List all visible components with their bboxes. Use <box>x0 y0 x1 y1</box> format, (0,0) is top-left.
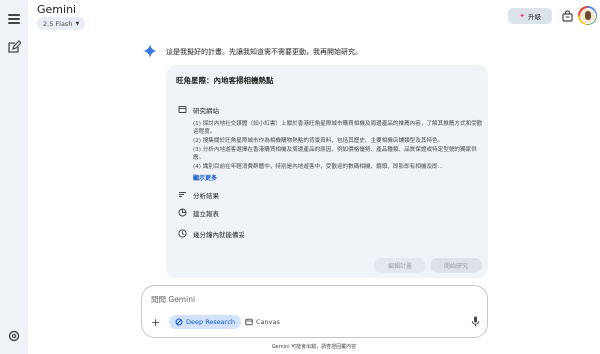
step-detail-3: (3) 分析內地遊客選擇在香港購買相機及周邊產品的原因，例如價格優勢、產品種類、… <box>193 147 477 161</box>
chevron-down-icon: ▼ <box>75 20 80 27</box>
plus-icon[interactable]: + <box>151 316 160 329</box>
start-research-button[interactable]: 開始研究 <box>430 258 482 273</box>
avatar[interactable] <box>578 6 597 25</box>
step-detail-1: (1) 探討內地社交媒體（如小紅書）上關於香港旺角星際城市購買相機及周邊產品的推… <box>193 121 483 135</box>
canvas-label: Canvas <box>256 318 280 326</box>
step-analyze-results: 分析結果 <box>193 192 219 200</box>
step-detail-2: (2) 搜集關於旺角星際城市作為相機購物熱點的背景資料，包括其歷史、主要相機店鋪… <box>193 138 444 144</box>
list-icon <box>179 192 186 197</box>
show-more-link[interactable]: 顯示更多 <box>193 173 217 182</box>
step-research-websites: 研究網站 <box>193 107 219 115</box>
deep-research-label: Deep Research <box>186 318 236 326</box>
clock-icon <box>178 229 187 238</box>
eta-text: 幾分鐘內就能備妥 <box>193 231 245 239</box>
prompt-input[interactable]: 問問 Gemini <box>151 294 195 305</box>
canvas-chip[interactable]: Canvas <box>241 315 284 329</box>
menu-icon[interactable] <box>8 14 20 24</box>
side-rail <box>0 0 28 354</box>
new-chat-icon[interactable] <box>7 40 21 54</box>
sparkle-icon: ✦ <box>519 12 525 20</box>
model-label: 2.5 Flash <box>43 19 73 28</box>
research-plan-card: 旺角星際：內地客掃相機熱點 研究網站 (1) 探討內地社交媒體（如小紅書）上關於… <box>166 65 488 278</box>
edit-plan-button[interactable]: 編輯計畫 <box>374 258 426 273</box>
prompt-input-box[interactable]: 問問 Gemini + Deep Research Canvas <box>141 285 488 338</box>
browser-icon <box>178 106 187 113</box>
disclaimer: Gemini 可能會出錯，請查證回覆內容 <box>271 344 357 350</box>
telescope-icon <box>175 318 183 326</box>
settings-icon[interactable] <box>7 329 21 343</box>
report-icon <box>178 208 187 217</box>
step-create-report: 建立報表 <box>193 210 219 218</box>
plan-title: 旺角星際：內地客掃相機熱點 <box>176 76 274 85</box>
step-detail-4: (4) 識別目前在年輕消費群體中，特別是內地遊客中，受歡迎的數碼相機、鏡頭、即影… <box>193 164 443 170</box>
deep-research-chip[interactable]: Deep Research <box>169 315 242 329</box>
plan-steps: 研究網站 (1) 探討內地社交媒體（如小紅書）上關於香港旺角星際城市購買相機及周… <box>168 95 486 276</box>
response-intro: 這是我擬好的計畫。先讓我知道需不需要更動，我再開始研究。 <box>166 48 362 56</box>
bag-icon[interactable] <box>562 10 573 22</box>
app-title: Gemini <box>37 3 77 16</box>
upgrade-button[interactable]: ✦ 升級 <box>508 8 552 24</box>
model-selector[interactable]: 2.5 Flash ▼ <box>37 17 86 30</box>
canvas-icon <box>245 318 253 326</box>
upgrade-label: 升級 <box>527 13 541 21</box>
gemini-sparkle-icon <box>143 44 157 58</box>
mic-icon[interactable] <box>471 316 480 327</box>
